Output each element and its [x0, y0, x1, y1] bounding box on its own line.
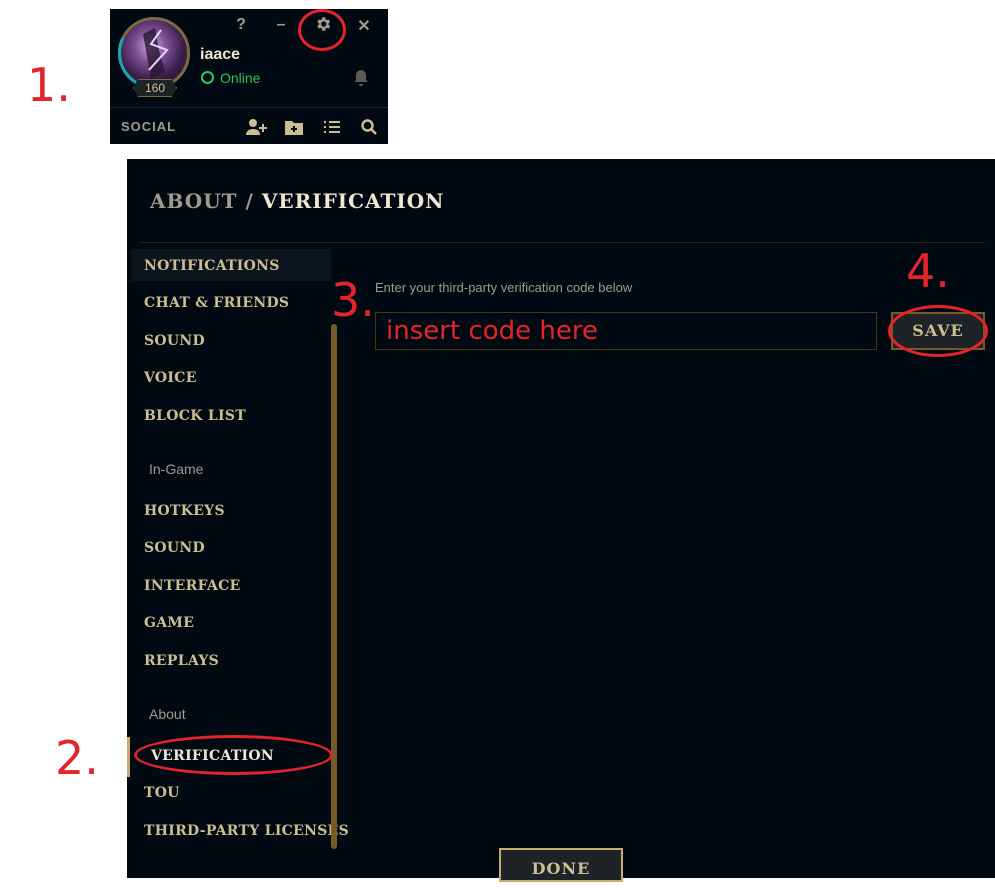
breadcrumb-separator: /: [245, 189, 254, 213]
sidebar-item-hotkeys[interactable]: HOTKEYS: [144, 503, 225, 519]
verification-code-input[interactable]: [375, 312, 877, 350]
settings-sidebar: NOTIFICATIONS CHAT & FRIENDS SOUND VOICE…: [127, 249, 349, 878]
verification-instructions: Enter your third-party verification code…: [375, 280, 633, 295]
username: iaace: [200, 46, 241, 63]
breadcrumb-current: VERIFICATION: [261, 189, 445, 213]
sidebar-item-block-list[interactable]: BLOCK LIST: [144, 408, 246, 424]
selected-indicator: [127, 737, 130, 777]
online-status-icon: [201, 71, 214, 84]
sidebar-section-ingame: In-Game: [149, 461, 204, 477]
sidebar-item-verification[interactable]: VERIFICATION: [151, 748, 274, 764]
breadcrumb: ABOUT / VERIFICATION: [150, 189, 444, 213]
step-label-1: 1.: [27, 58, 71, 112]
level-badge: 160: [133, 79, 177, 97]
sidebar-item-replays[interactable]: REPLAYS: [144, 653, 219, 669]
save-button[interactable]: SAVE: [891, 312, 985, 350]
sidebar-item-third-party-licenses[interactable]: THIRD-PARTY LICENSES: [144, 823, 349, 839]
sidebar-item-voice[interactable]: VOICE: [144, 370, 197, 386]
step-label-2: 2.: [55, 731, 99, 785]
sidebar-item-sound[interactable]: SOUND: [144, 333, 205, 349]
sidebar-item-notifications[interactable]: NOTIFICATIONS: [144, 258, 280, 274]
sidebar-item-interface[interactable]: INTERFACE: [144, 578, 241, 594]
settings-modal: ABOUT / VERIFICATION NOTIFICATIONS CHAT & …: [127, 159, 995, 882]
search-icon[interactable]: [360, 118, 380, 136]
list-icon[interactable]: [322, 118, 342, 136]
gear-icon[interactable]: [312, 15, 334, 37]
breadcrumb-parent[interactable]: ABOUT: [150, 189, 238, 213]
notification-bell-icon[interactable]: [353, 69, 369, 87]
close-icon[interactable]: ✕: [356, 16, 372, 36]
sidebar-item-chat-friends[interactable]: CHAT & FRIENDS: [144, 295, 289, 311]
sidebar-item-tou[interactable]: TOU: [144, 785, 180, 801]
sidebar-item-ingame-sound[interactable]: SOUND: [144, 540, 205, 556]
status-text: Online: [220, 70, 261, 86]
done-button[interactable]: DONE: [499, 848, 623, 882]
step-label-3: 3.: [331, 273, 375, 327]
sidebar-item-game[interactable]: GAME: [144, 615, 194, 631]
help-icon[interactable]: ?: [233, 16, 249, 34]
sidebar-scrollbar[interactable]: [331, 324, 337, 849]
add-friend-icon[interactable]: [246, 118, 267, 136]
header-divider: [139, 242, 985, 243]
sidebar-section-about: About: [149, 706, 186, 722]
add-folder-icon[interactable]: [284, 118, 304, 136]
step-label-4: 4.: [906, 244, 950, 298]
minimize-icon[interactable]: –: [273, 16, 289, 34]
social-label: SOCIAL: [121, 119, 177, 134]
social-widget: 160 iaace Online ? – ✕ SOCIAL: [107, 6, 388, 144]
